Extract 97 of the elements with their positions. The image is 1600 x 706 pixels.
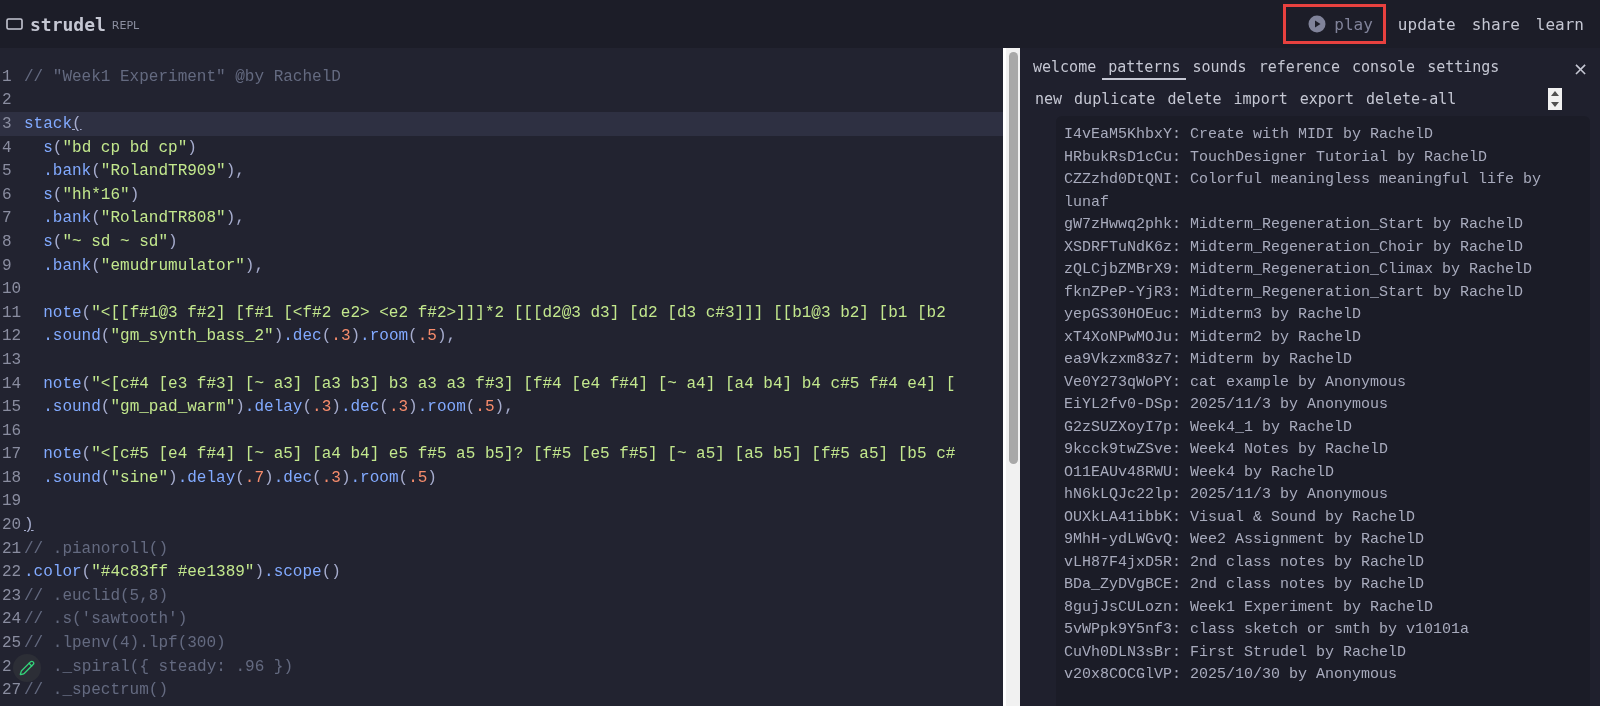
pencil-icon xyxy=(19,660,35,676)
pattern-action-button[interactable]: delete xyxy=(1161,90,1228,108)
pattern-item[interactable]: BDa_ZyDVgBCE: 2nd class notes by RachelD xyxy=(1064,574,1576,597)
pattern-action-button[interactable]: import xyxy=(1227,90,1294,108)
pattern-item[interactable]: O11EAUv48RWU: Week4 by RachelD xyxy=(1064,461,1576,484)
line-number: 18 xyxy=(1,468,23,487)
pattern-item[interactable]: 9kcck9twZSve: Week4 Notes by RachelD xyxy=(1064,439,1576,462)
header-link[interactable]: learn xyxy=(1527,14,1592,34)
line-number: 17 xyxy=(1,445,23,464)
play-icon xyxy=(1308,15,1327,33)
pattern-item[interactable]: xT4XoNPwMOJu: Midterm2 by RachelD xyxy=(1064,326,1576,349)
line-number: 19 xyxy=(1,492,23,511)
pattern-item[interactable]: XSDRFTuNdK6z: Midterm_Regeneration_Choir by RachelD xyxy=(1064,236,1576,259)
pattern-item[interactable]: 9MhH-ydLWGvQ: Wee2 Assignment by RachelD xyxy=(1064,529,1576,552)
code-line: // .s('sawtooth') xyxy=(24,610,188,629)
code-line: .sound("gm_pad_warm").delay(.3).dec(.3).room(.5), xyxy=(42,398,514,417)
pattern-action-button[interactable]: new xyxy=(1029,90,1069,108)
pattern-item[interactable]: 5vWPpk9Y5nf3: class sketch or smth by v10101a xyxy=(1064,619,1576,642)
panel-tab[interactable]: welcome xyxy=(1027,56,1103,80)
pattern-action-button[interactable]: delete-all xyxy=(1359,90,1463,108)
pattern-item[interactable]: HRbukRsD1cCu: TouchDesigner Tutorial by RachelD xyxy=(1064,146,1576,169)
app-logo: strudel xyxy=(30,13,106,35)
header-link[interactable]: share xyxy=(1463,14,1528,34)
pattern-item[interactable]: fknZPeP-YjR3: Midterm_Regeneration_Start by RachelD xyxy=(1064,281,1576,304)
panel-tab[interactable]: console xyxy=(1345,56,1422,80)
line-number: 16 xyxy=(1,421,23,440)
code-line: // "Week1 Experiment" @by RachelD xyxy=(24,67,341,86)
code-line: // ._spectrum() xyxy=(24,681,169,700)
pattern-action-button[interactable]: duplicate xyxy=(1068,90,1162,108)
code-line: s("hh*16") xyxy=(42,185,140,204)
code-line: .sound("sine").delay(.7).dec(.3).room(.5) xyxy=(42,468,437,487)
line-number: 13 xyxy=(1,350,23,369)
code-line: s("bd cp bd cp") xyxy=(42,138,197,157)
play-button[interactable]: play xyxy=(1283,4,1386,44)
pattern-item[interactable]: hN6kLQJc22lp: 2025/11/3 by Anonymous xyxy=(1064,484,1576,507)
code-line: .bank("emudrumulator"), xyxy=(42,256,265,275)
pattern-item[interactable]: I4vEaM5KhbxY: Create with MIDI by RachelD xyxy=(1064,124,1576,147)
line-number: 2 xyxy=(1,91,13,110)
line-number: 7 xyxy=(1,209,13,228)
code-line: s("~ sd ~ sd") xyxy=(42,232,178,251)
code-line: ._spiral({ steady: .96 }) xyxy=(53,657,294,676)
code-line: .bank("RolandTR808"), xyxy=(42,209,245,228)
code-line: ) xyxy=(24,516,34,535)
line-number: 27 xyxy=(1,681,23,700)
panel-tab[interactable]: settings xyxy=(1421,56,1506,80)
line-number: 20 xyxy=(1,516,23,535)
pattern-action-button[interactable]: export xyxy=(1293,90,1360,108)
line-number: 4 xyxy=(1,138,13,157)
line-number: 1 xyxy=(1,67,13,86)
header-link[interactable]: update xyxy=(1389,14,1464,34)
panel-tab[interactable]: reference xyxy=(1252,56,1346,80)
code-line: // .lpenv(4).lpf(300) xyxy=(24,634,226,653)
pattern-item[interactable]: EiYL2fv0-DSp: 2025/11/3 by Anonymous xyxy=(1064,394,1576,417)
code-line: // .euclid(5,8) xyxy=(24,586,169,605)
pattern-item[interactable]: zQLCjbZMBrX9: Midterm_Regeneration_Climax by RachelD xyxy=(1064,259,1576,282)
line-number: 2 xyxy=(1,657,13,676)
line-number: 9 xyxy=(1,256,13,275)
line-number: 15 xyxy=(1,398,23,417)
line-number: 10 xyxy=(1,280,23,299)
pattern-item[interactable]: CuVh0DLN3sBr: First Strudel by RachelD xyxy=(1064,641,1576,664)
line-number: 3 xyxy=(1,115,13,133)
line-number: 14 xyxy=(1,374,23,393)
code-line: stack( xyxy=(24,115,82,133)
line-number: 8 xyxy=(1,232,13,251)
code-line: .sound("gm_synth_bass_2").dec(.3).room(.5), xyxy=(42,327,457,346)
code-line: // .pianoroll() xyxy=(24,539,169,558)
line-number: 21 xyxy=(1,539,23,558)
line-number: 11 xyxy=(1,303,23,322)
close-button[interactable]: × xyxy=(1570,57,1590,79)
pattern-item[interactable]: 8gujJsCULozn: Week1 Experiment by RachelD xyxy=(1064,596,1576,619)
line-number: 24 xyxy=(1,610,23,629)
pattern-item[interactable]: yepGS30HOEuc: Midterm3 by RachelD xyxy=(1064,304,1576,327)
code-line: note("<[[f#1@3 f#2] [f#1 [<f#2 e2> <e2 f#2>]]]*2 [[[d2@3 d3] [d2 [d3 c#3]]] [[b1@3 b2] [b1 [b2 xyxy=(42,303,946,322)
code-line: .color("#4c83ff #ee1389").scope() xyxy=(24,563,341,582)
panel-tab[interactable]: patterns xyxy=(1102,56,1187,80)
scrollbar[interactable] xyxy=(1003,48,1020,706)
panel-tab[interactable]: sounds xyxy=(1186,56,1253,80)
line-number: 25 xyxy=(1,634,23,653)
code-line: note("<[c#5 [e4 f#4] [~ a5] [a4 b4] e5 f#5 a5 b5]? [f#5 [e5 f#5] [~ a5] [a5 b5] [f#5 a5] [b5 c# xyxy=(42,445,956,464)
pattern-item[interactable]: vLH87F4jxD5R: 2nd class notes by RachelD xyxy=(1064,551,1576,574)
code-line: .bank("RolandTR909"), xyxy=(42,162,245,181)
pattern-item[interactable]: v20x8COCGlVP: 2025/10/30 by Anonymous xyxy=(1064,664,1576,687)
line-number: 23 xyxy=(1,586,23,605)
scroll-arrows-icon[interactable] xyxy=(1548,88,1562,110)
pattern-item[interactable]: Ve0Y273qWoPY: cat example by Anonymous xyxy=(1064,371,1576,394)
terminal-icon xyxy=(6,17,24,31)
line-number: 12 xyxy=(1,327,23,346)
app-subtitle: REPL xyxy=(111,19,140,32)
pattern-item[interactable]: gW7zHwwq2phk: Midterm_Regeneration_Start by RachelD xyxy=(1064,214,1576,237)
code-line: note("<[c#4 [e3 f#3] [~ a3] [a3 b3] b3 a3 a3 f#3] [f#4 [e4 f#4] [~ a4] [a4 b4] b4 c#5 f#4 e4] [ xyxy=(42,374,956,393)
line-number: 5 xyxy=(1,162,13,181)
edit-button[interactable] xyxy=(13,654,41,682)
pattern-item[interactable]: OUXkLA41ibbK: Visual & Sound by RachelD xyxy=(1064,506,1576,529)
line-number: 22 xyxy=(1,563,23,582)
pattern-item[interactable]: G2zSUZXoyI7p: Week4_1 by RachelD xyxy=(1064,416,1576,439)
line-number: 6 xyxy=(1,185,13,204)
pattern-item[interactable]: ea9Vkzxm83z7: Midterm by RachelD xyxy=(1064,349,1576,372)
